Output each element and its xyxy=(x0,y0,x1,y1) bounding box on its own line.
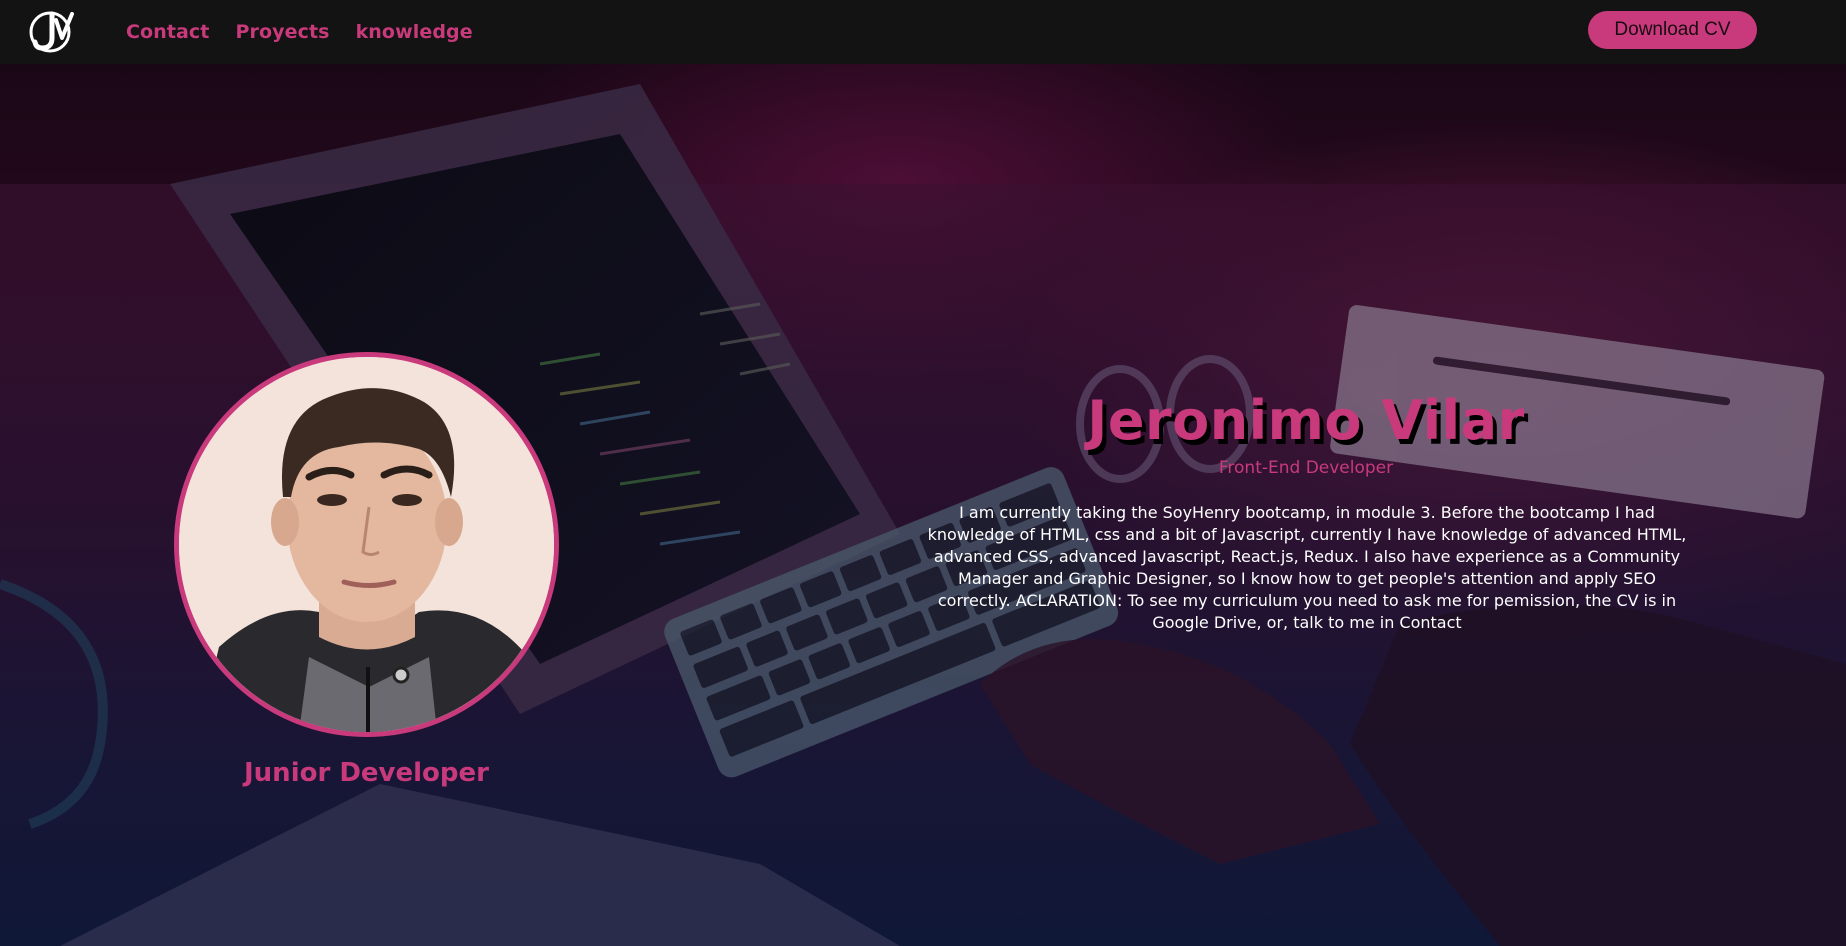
profile-photo xyxy=(179,357,554,732)
profile-avatar xyxy=(174,352,559,737)
main-nav: Contact Proyects knowledge xyxy=(126,0,473,64)
profile-bio: I am currently taking the SoyHenry bootc… xyxy=(927,503,1687,632)
download-cv-button[interactable]: Download CV xyxy=(1588,11,1757,49)
role-label: Junior Developer xyxy=(244,758,489,788)
profile-name: Jeronimo Vilar xyxy=(1087,389,1525,452)
nav-link-knowledge[interactable]: knowledge xyxy=(356,21,473,43)
jv-logo-icon[interactable] xyxy=(28,8,76,56)
nav-link-proyects[interactable]: Proyects xyxy=(235,21,329,43)
profile-subtitle: Front-End Developer xyxy=(1218,458,1394,478)
top-navbar: Contact Proyects knowledge Download CV xyxy=(0,0,1846,64)
nav-link-contact[interactable]: Contact xyxy=(126,21,209,43)
